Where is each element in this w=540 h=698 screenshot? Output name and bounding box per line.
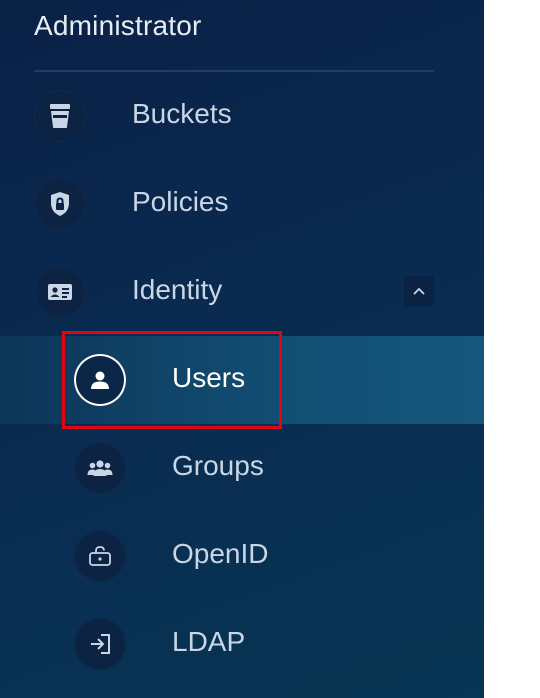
sidebar-item-groups[interactable]: Groups bbox=[0, 424, 484, 512]
unlock-icon bbox=[74, 530, 126, 582]
sidebar-item-label: Users bbox=[172, 362, 246, 393]
sidebar: Administrator Buckets Policies Identity … bbox=[0, 0, 484, 698]
chevron-up-icon bbox=[412, 286, 426, 296]
sidebar-item-label: Groups bbox=[172, 450, 264, 481]
sidebar-item-label: Identity bbox=[132, 274, 223, 305]
sidebar-item-policies[interactable]: Policies bbox=[0, 160, 484, 248]
collapse-button[interactable] bbox=[404, 276, 434, 306]
id-card-icon bbox=[34, 266, 86, 318]
login-icon bbox=[74, 618, 126, 670]
sidebar-item-label: Buckets bbox=[132, 98, 232, 129]
sidebar-item-label: OpenID bbox=[172, 538, 269, 569]
bucket-icon bbox=[34, 90, 86, 142]
sidebar-item-label: LDAP bbox=[172, 626, 246, 657]
sidebar-item-ldap[interactable]: LDAP bbox=[0, 600, 484, 688]
sidebar-item-openid[interactable]: OpenID bbox=[0, 512, 484, 600]
user-icon bbox=[74, 354, 126, 406]
group-icon bbox=[74, 442, 126, 494]
section-title: Administrator bbox=[34, 10, 202, 41]
sidebar-item-buckets[interactable]: Buckets bbox=[0, 72, 484, 160]
shield-lock-icon bbox=[34, 178, 86, 230]
sidebar-item-users[interactable]: Users bbox=[0, 336, 484, 424]
sidebar-item-label: Policies bbox=[132, 186, 229, 217]
